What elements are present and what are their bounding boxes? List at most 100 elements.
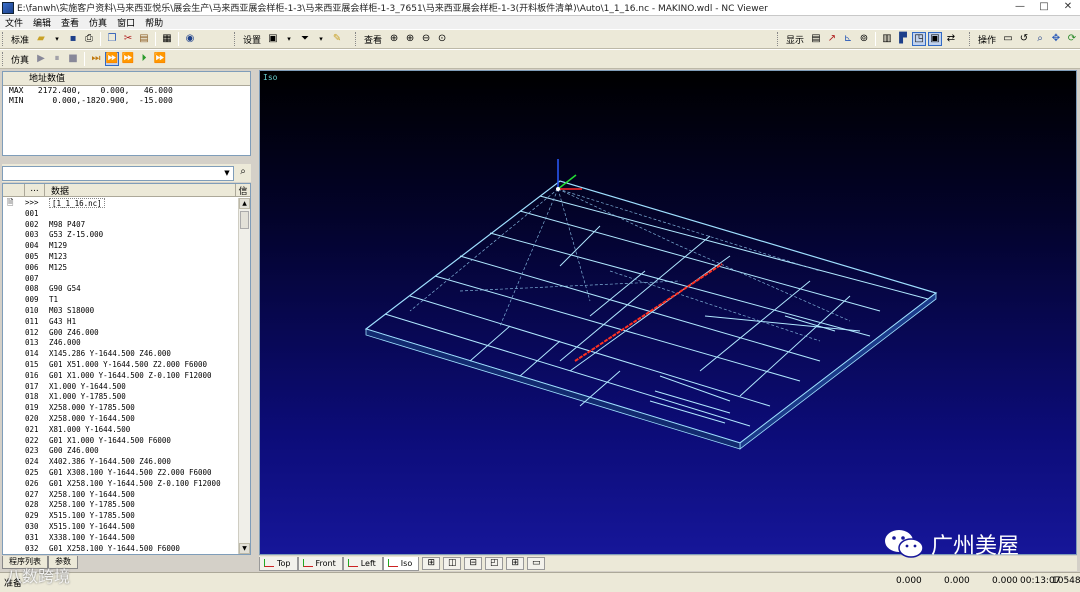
code-line[interactable]: 015 G01 X51.000 Y-1644.500 Z2.000 F6000 [3, 360, 238, 371]
code-line[interactable]: 017 X1.000 Y-1644.500 [3, 382, 238, 393]
code-line[interactable]: 013 Z46.000 [3, 338, 238, 349]
step-forward-icon[interactable]: ⏭ [89, 52, 103, 66]
chevron-down-icon[interactable]: ▼ [221, 167, 233, 180]
copy-icon[interactable]: ❐ [105, 32, 119, 46]
code-line[interactable]: 🗎 >>> [1_1_16.nc] [3, 198, 238, 209]
operate-zoom-icon[interactable]: ⌕ [1033, 32, 1047, 46]
scroll-up-arrow-icon[interactable]: ▲ [239, 198, 250, 209]
code-line[interactable]: 029 X515.100 Y-1785.500 [3, 511, 238, 522]
run-fast-icon[interactable]: ⏵ [137, 52, 151, 66]
display-axis-icon[interactable]: ⊾ [841, 32, 855, 46]
code-line[interactable]: 030 X515.100 Y-1644.500 [3, 522, 238, 533]
dropdown-arrow-icon[interactable]: ▾ [314, 32, 328, 46]
layout-single-icon[interactable]: ⊞ [422, 557, 441, 570]
iso-viewport[interactable]: Iso [259, 70, 1077, 555]
zoom-out-icon[interactable]: ⊖ [419, 32, 433, 46]
layout-split-horizontal-icon[interactable]: ⊟ [464, 557, 483, 570]
code-line[interactable]: 022 G01 X1.000 Y-1644.500 F6000 [3, 436, 238, 447]
display-solid-icon[interactable]: ▣ [927, 32, 942, 46]
minimize-button[interactable]: — [1008, 0, 1032, 15]
menu-view[interactable]: 查看 [56, 16, 84, 29]
code-line[interactable]: 023 G00 Z46.000 [3, 446, 238, 457]
dropdown-arrow-icon[interactable]: ▾ [282, 32, 296, 46]
code-line[interactable]: 020 X258.000 Y-1644.500 [3, 414, 238, 425]
code-line[interactable]: 011 G43 H1 [3, 317, 238, 328]
tool-icon[interactable]: ✎ [330, 32, 344, 46]
calculator-icon[interactable]: ▦ [160, 32, 174, 46]
run-green-icon[interactable]: ⏩ [121, 52, 135, 66]
zoom-window-icon[interactable]: ⊙ [435, 32, 449, 46]
code-line[interactable]: 002 M98 P407 [3, 220, 238, 231]
display-path-icon[interactable]: ↗ [825, 32, 839, 46]
layout-bottom-icon[interactable]: ▭ [527, 557, 546, 570]
search-combobox[interactable]: ▼ [2, 165, 234, 181]
code-line[interactable]: 026 G01 X258.100 Y-1644.500 Z-0.100 F1200… [3, 479, 238, 490]
scroll-thumb[interactable] [240, 211, 249, 229]
code-line[interactable]: 012 G00 Z46.000 [3, 328, 238, 339]
tab-view-front[interactable]: Front [297, 556, 343, 571]
run-end-icon[interactable]: ⏩ [153, 52, 167, 66]
tab-view-left[interactable]: Left [342, 556, 383, 571]
display-circle-icon[interactable]: ⊚ [857, 32, 871, 46]
menu-help[interactable]: 帮助 [140, 16, 168, 29]
layout-three-icon[interactable]: ◰ [485, 557, 504, 570]
filter-icon[interactable]: ⏷ [298, 32, 312, 46]
code-line[interactable]: 031 X338.100 Y-1644.500 [3, 533, 238, 544]
dropdown-arrow-icon[interactable]: ▾ [50, 32, 64, 46]
code-line[interactable]: 018 X1.000 Y-1785.500 [3, 392, 238, 403]
binoculars-icon[interactable]: ⌕ [236, 166, 250, 180]
code-line[interactable]: 006 M125 [3, 263, 238, 274]
layout-split-vertical-icon[interactable]: ◫ [443, 557, 462, 570]
display-bars-icon[interactable]: ▥ [880, 32, 894, 46]
code-line[interactable]: 007 [3, 274, 238, 285]
tab-view-iso[interactable]: Iso [382, 556, 420, 571]
help-icon[interactable]: ◉ [183, 32, 197, 46]
stop-icon[interactable]: ■ [66, 52, 80, 66]
open-folder-icon[interactable]: ▰ [34, 32, 48, 46]
operate-window-icon[interactable]: ▭ [1001, 32, 1015, 46]
scroll-down-arrow-icon[interactable]: ▼ [239, 543, 250, 554]
grid-settings-icon[interactable]: ▣ [266, 32, 280, 46]
display-reset-icon[interactable]: ⇄ [944, 32, 958, 46]
code-line[interactable]: 025 G01 X308.100 Y-1644.500 Z2.000 F6000 [3, 468, 238, 479]
code-line[interactable]: 009 T1 [3, 295, 238, 306]
code-line[interactable]: 028 X258.100 Y-1785.500 [3, 500, 238, 511]
code-line[interactable]: 001 [3, 209, 238, 220]
display-frame-icon[interactable]: ◳ [911, 32, 926, 46]
code-line[interactable]: 032 G01 X258.100 Y-1644.500 F6000 [3, 544, 238, 555]
tab-view-top[interactable]: Top [259, 556, 298, 571]
paste-icon[interactable]: ▤ [137, 32, 151, 46]
cut-icon[interactable]: ✂ [121, 32, 135, 46]
code-line[interactable]: 019 X258.000 Y-1785.500 [3, 403, 238, 414]
layout-four-icon[interactable]: ⊞ [506, 557, 525, 570]
pause-icon[interactable]: ⏸ [50, 52, 64, 66]
display-grid-icon[interactable]: ▤ [809, 32, 823, 46]
menu-file[interactable]: 文件 [0, 16, 28, 29]
close-button[interactable]: ✕ [1056, 0, 1080, 15]
operate-redraw-icon[interactable]: ⟳ [1065, 32, 1079, 46]
menu-simulate[interactable]: 仿真 [84, 16, 112, 29]
zoom-in-icon[interactable]: ⊕ [403, 32, 417, 46]
code-line[interactable]: 024 X402.386 Y-1644.500 Z46.000 [3, 457, 238, 468]
code-line[interactable]: 004 M129 [3, 241, 238, 252]
zoom-fit-icon[interactable]: ⊕ [387, 32, 401, 46]
operate-pan-icon[interactable]: ✥ [1049, 32, 1063, 46]
display-corner-icon[interactable]: ▛ [896, 32, 910, 46]
print-icon[interactable]: ⎙ [82, 32, 96, 46]
code-line[interactable]: 003 G53 Z-15.000 [3, 230, 238, 241]
code-line[interactable]: 027 X258.100 Y-1644.500 [3, 490, 238, 501]
code-line[interactable]: 010 M03 S18000 [3, 306, 238, 317]
operate-rotate-icon[interactable]: ↺ [1017, 32, 1031, 46]
fast-forward-icon[interactable]: ⏩ [105, 52, 120, 66]
code-line[interactable]: 014 X145.286 Y-1644.500 Z46.000 [3, 349, 238, 360]
maximize-button[interactable]: □ [1032, 0, 1056, 15]
play-icon[interactable]: ▶ [34, 52, 48, 66]
save-icon[interactable]: ▪ [66, 32, 80, 46]
code-line[interactable]: 008 G90 G54 [3, 284, 238, 295]
code-line[interactable]: 016 G01 X1.000 Y-1644.500 Z-0.100 F12000 [3, 371, 238, 382]
code-line[interactable]: 021 X81.000 Y-1644.500 [3, 425, 238, 436]
menu-edit[interactable]: 编辑 [28, 16, 56, 29]
code-scrollbar[interactable]: ▲ ▼ [238, 198, 250, 554]
menu-window[interactable]: 窗口 [112, 16, 140, 29]
code-line[interactable]: 005 M123 [3, 252, 238, 263]
